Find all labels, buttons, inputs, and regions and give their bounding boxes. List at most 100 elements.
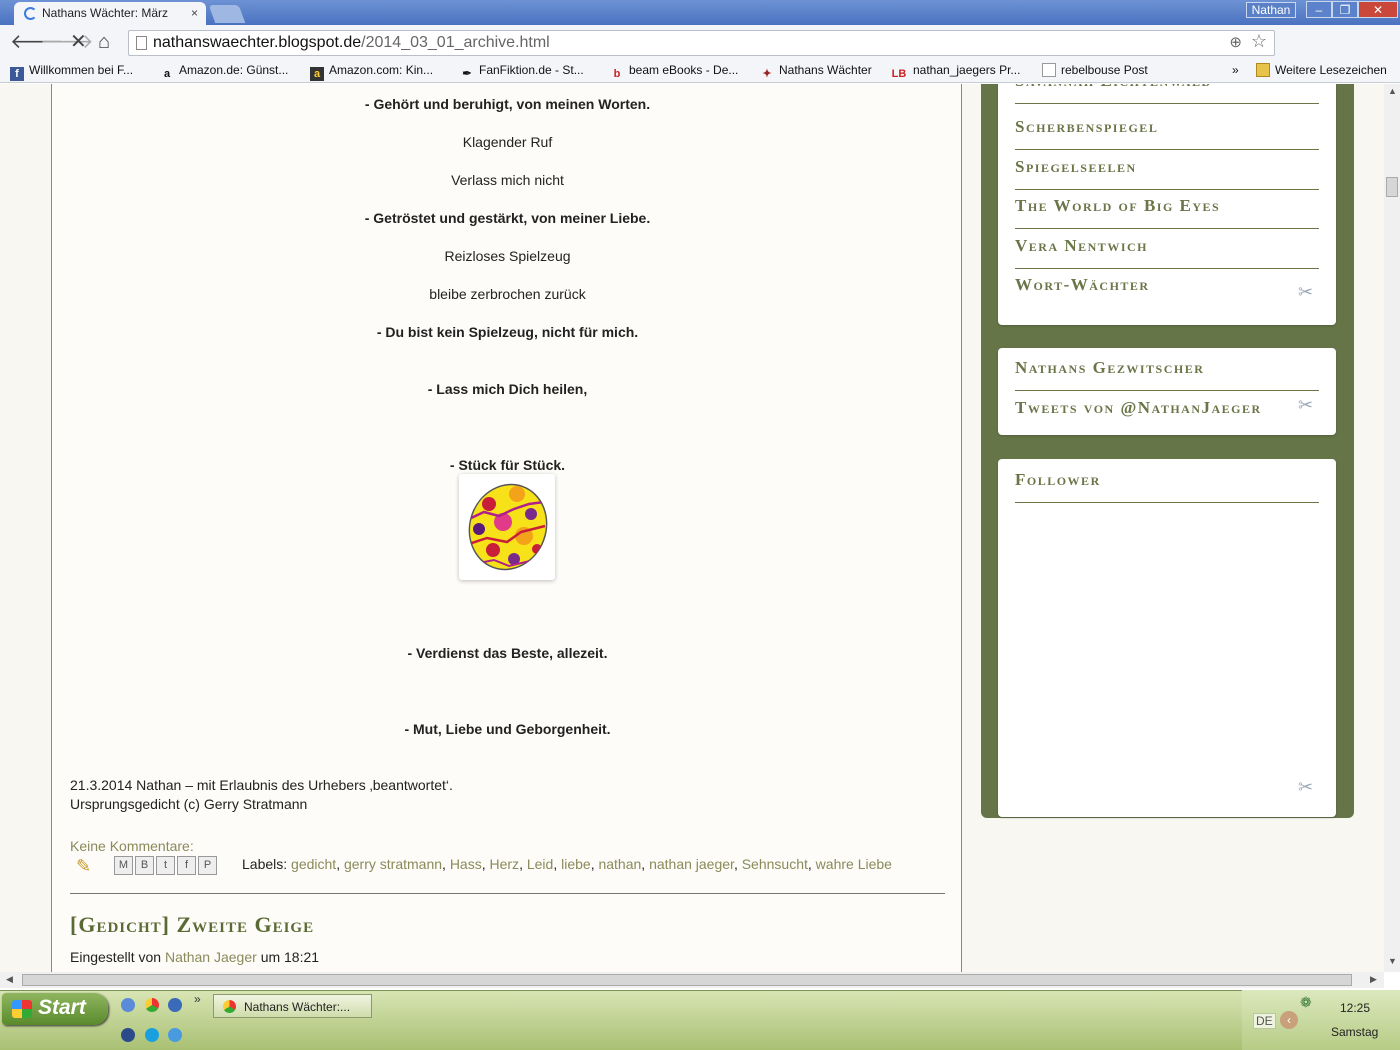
profile-badge[interactable]: Nathan [1246,2,1296,18]
label-link[interactable]: Sehnsucht [742,856,808,872]
folder-icon [1256,63,1270,77]
sidebar-link[interactable]: The World of Big Eyes [1015,189,1319,229]
bookmark-item[interactable]: a Amazon.de: Günst... [160,63,288,81]
sidebar-link[interactable]: Savannah Lichtenwald [1015,84,1319,104]
lb-icon: LB [891,68,907,80]
quicklaunch-ie-icon[interactable] [121,998,135,1012]
tray-expand-icon[interactable]: ‹ [1280,1011,1298,1029]
share-facebook-button[interactable]: f [177,856,196,875]
widget-settings-icon[interactable]: ✂ [1298,282,1313,303]
quicklaunch-skype-icon[interactable] [145,1028,159,1042]
poem-line: bleibe zerbrochen zurück [429,286,586,302]
share-pinterest-button[interactable]: P [198,856,217,875]
post-column: - Gehört und beruhigt, von meinen Worten… [51,84,962,972]
label-link[interactable]: Herz [490,856,520,872]
post-divider [70,893,945,894]
poem-line: Klagender Ruf [462,134,553,150]
share-email-button[interactable]: M [114,856,133,875]
bookmark-item[interactable]: ✦ Nathans Wächter [760,63,871,81]
bookmark-item[interactable]: b beam eBooks - De... [610,63,739,81]
sidebar-link[interactable]: Spiegelseelen [1015,150,1319,190]
clock-day[interactable]: Samstag [1331,1025,1378,1039]
comments-link[interactable]: Keine Kommentare: [70,838,194,854]
bookmarks-overflow[interactable]: » [1232,63,1239,77]
label-link[interactable]: gerry stratmann [344,856,442,872]
quicklaunch-more[interactable]: » [194,992,201,1006]
windows-logo-icon [12,1000,32,1018]
bookmark-item[interactable]: f Willkommen bei F... [10,63,133,81]
url-host: nathanswaechter.blogspot.de [153,34,362,51]
sidebar-link[interactable]: Wort-Wächter [1015,268,1319,308]
network-icon[interactable]: ❁ [1300,994,1312,1011]
scroll-left-icon[interactable]: ◀ [6,974,13,985]
vertical-scrollbar[interactable] [1384,84,1400,972]
language-indicator[interactable]: DE [1253,1013,1276,1029]
scroll-up-icon[interactable]: ▲ [1388,86,1397,96]
post-labels: Labels: gedicht, gerry stratmann, Hass, … [242,856,892,872]
widget-settings-icon[interactable]: ✂ [1298,395,1313,416]
poem-line: - Stück für Stück. [449,457,566,473]
stop-icon[interactable]: ✕ [70,31,87,53]
other-bookmarks[interactable]: Weitere Lesezeichen [1256,63,1387,77]
scroll-down-icon[interactable]: ▼ [1388,956,1397,966]
twitter-widget-title: Nathans Gezwitscher [1015,351,1319,391]
chrome-icon [223,1000,236,1013]
beam-icon: b [613,68,621,80]
address-bar[interactable]: nathanswaechter.blogspot.de/2014_03_01_a… [128,30,1275,56]
sidebar-link[interactable]: Scherbenspiegel [1015,110,1319,150]
follower-widget-title: Follower [1015,463,1319,503]
next-post-title[interactable]: [Gedicht] Zweite Geige [70,912,314,938]
label-link[interactable]: wahre Liebe [816,856,892,872]
scroll-right-icon[interactable]: ▶ [1370,974,1377,985]
label-link[interactable]: nathan jaeger [649,856,734,872]
poem-line: Verlass mich nicht [451,172,564,188]
quicklaunch-media-icon[interactable] [121,1028,135,1042]
restore-icon[interactable]: ❐ [1332,1,1358,18]
sidebar-link[interactable]: Vera Nentwich [1015,229,1319,269]
close-window-icon[interactable]: ✕ [1358,1,1398,18]
clock-time[interactable]: 12:25 [1340,1001,1370,1015]
links-widget: Savannah Lichtenwald Scherbenspiegel Spi… [998,84,1336,325]
bookmark-item[interactable]: LB nathan_jaegers Pr... [890,63,1021,81]
easter-egg-image[interactable] [459,474,555,580]
zoom-icon[interactable]: ⊕ [1229,33,1242,51]
quicklaunch-ie2-icon[interactable] [168,1028,182,1042]
taskbar [0,990,1400,1050]
label-link[interactable]: Hass [450,856,482,872]
new-tab-button[interactable] [208,5,246,23]
facebook-icon: f [10,67,24,81]
bookmark-item[interactable]: ✒ FanFiktion.de - St... [460,63,583,81]
poem-line: - Lass mich Dich heilen, [427,381,588,397]
share-twitter-button[interactable]: t [156,856,175,875]
bookmark-item[interactable]: rebelbouse Post [1042,63,1148,77]
label-link[interactable]: liebe [561,856,591,872]
taskbar-window-button[interactable]: Nathans Wächter:... [213,994,372,1018]
home-icon[interactable]: ⌂ [98,31,110,53]
horizontal-scroll-thumb[interactable] [22,974,1352,986]
poem-line: - Verdienst das Beste, allezeit. [407,645,608,661]
twitter-link[interactable]: Tweets von @NathanJaeger [1015,391,1319,431]
quicklaunch-app-icon[interactable] [168,998,182,1012]
bookmark-item[interactable]: a Amazon.com: Kin... [310,63,433,81]
label-link[interactable]: gedicht [291,856,336,872]
bookmark-star-icon[interactable]: ☆ [1251,31,1267,52]
edit-pencil-icon[interactable]: ✎ [76,856,91,877]
label-link[interactable]: Leid [527,856,553,872]
loading-spinner-icon [24,7,37,20]
share-blog-button[interactable]: B [135,856,154,875]
url-path: /2014_03_01_archive.html [361,34,550,51]
twitter-widget: Nathans Gezwitscher Tweets von @NathanJa… [998,348,1336,435]
label-link[interactable]: nathan [598,856,641,872]
vertical-scroll-thumb[interactable] [1386,177,1398,197]
minimize-icon[interactable]: – [1306,1,1332,18]
quicklaunch-chrome-icon[interactable] [145,998,159,1012]
poem-line: - Du bist kein Spielzeug, nicht für mich… [376,324,639,340]
tab-active[interactable]: Nathans Wächter: März × [14,2,206,25]
start-button[interactable]: Start [2,993,108,1025]
widget-settings-icon[interactable]: ✂ [1298,777,1313,798]
author-link[interactable]: Nathan Jaeger [165,949,257,965]
amazon-icon: a [163,68,171,80]
next-post-meta: Eingestellt von Nathan Jaeger um 18:21 [70,949,320,965]
poem-line: Reizloses Spielzeug [444,248,571,264]
tab-close-icon[interactable]: × [191,6,198,20]
